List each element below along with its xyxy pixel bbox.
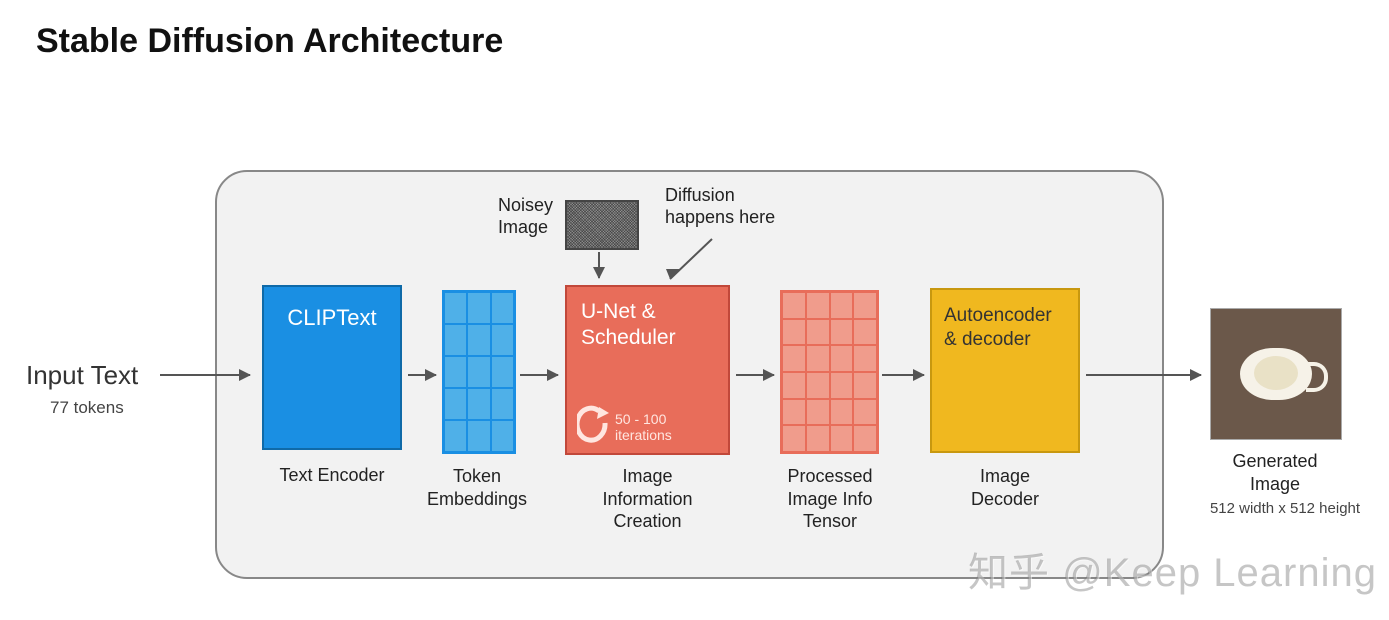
loop-icon xyxy=(577,405,611,445)
arrow-decoder-to-output xyxy=(1086,374,1201,376)
watermark-handle: @Keep Learning xyxy=(1062,551,1377,595)
arrow-input-to-clip xyxy=(160,374,250,376)
watermark: 知乎 @Keep Learning xyxy=(968,540,1377,598)
output-dimensions: 512 width x 512 height xyxy=(1185,500,1385,517)
page-title: Stable Diffusion Architecture xyxy=(36,22,503,61)
processed-caption: Processed Image Info Tensor xyxy=(770,465,890,533)
arrow-unet-to-proc xyxy=(736,374,774,376)
clip-caption: Text Encoder xyxy=(262,465,402,486)
decoder-caption: Image Decoder xyxy=(940,465,1070,510)
unet-iterations: 50 - 100 iterations xyxy=(615,411,672,443)
token-embeddings-grid xyxy=(442,290,516,454)
decoder-box: Autoencoder & decoder xyxy=(930,288,1080,453)
arrow-proc-to-decoder xyxy=(882,374,924,376)
output-caption: Generated Image xyxy=(1205,450,1345,495)
watermark-zh: 知乎 xyxy=(968,551,1050,595)
arrow-clip-to-tokens xyxy=(408,374,436,376)
diagram-root: Stable Diffusion Architecture Input Text… xyxy=(0,0,1389,620)
clip-text-label: CLIPText xyxy=(287,305,376,331)
decoder-label: Autoencoder & decoder xyxy=(944,305,1052,350)
input-text-label: Input Text xyxy=(26,360,138,391)
diffusion-note: Diffusion happens here xyxy=(665,185,775,228)
arrow-tokens-to-unet xyxy=(520,374,558,376)
tokens-caption: Token Embeddings xyxy=(422,465,532,510)
noise-icon xyxy=(565,200,639,250)
noisy-image-label: Noisey Image xyxy=(498,195,553,238)
input-token-count: 77 tokens xyxy=(50,398,124,418)
arrow-diffusion-note xyxy=(660,235,720,285)
clip-text-box: CLIPText xyxy=(262,285,402,450)
unet-caption: Image Information Creation xyxy=(560,465,735,533)
unet-label: U-Net & Scheduler xyxy=(581,299,716,352)
unet-box: U-Net & Scheduler 50 - 100 iterations xyxy=(565,285,730,455)
cup-icon xyxy=(1240,348,1312,400)
processed-tensor-grid xyxy=(780,290,879,454)
arrow-noise-to-unet xyxy=(598,252,600,278)
generated-image-icon xyxy=(1210,308,1342,440)
